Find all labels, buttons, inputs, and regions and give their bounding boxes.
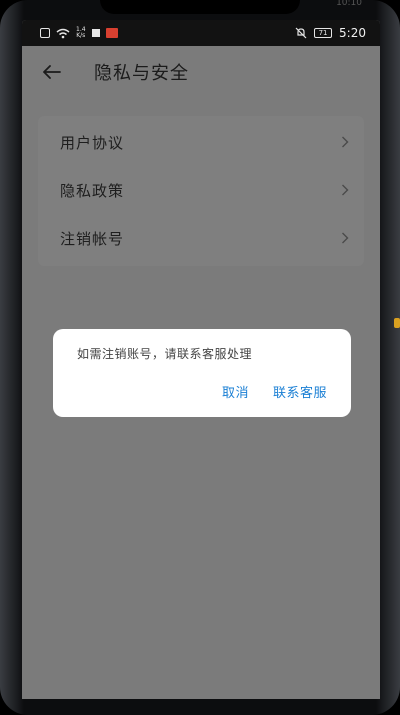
screen: 1.4 K/s 71 5:20 隐私与安全 用户协议 隐私政策 注销帐号 如需注… xyxy=(22,20,380,699)
menu-item-user-agreement[interactable]: 用户协议 xyxy=(38,118,364,166)
chevron-right-icon xyxy=(338,135,352,149)
menu-list: 用户协议 隐私政策 注销帐号 xyxy=(38,116,364,266)
menu-item-label: 用户协议 xyxy=(60,133,125,152)
dialog-message: 如需注销账号，请联系客服处理 xyxy=(77,347,253,361)
status-left: 1.4 K/s xyxy=(40,27,118,39)
menu-item-label: 隐私政策 xyxy=(60,181,125,200)
top-faded-time: 10:10 xyxy=(336,0,362,8)
app-bar: 隐私与安全 xyxy=(22,46,380,98)
dialog-actions: 取消 联系客服 xyxy=(222,382,327,401)
camera-notch xyxy=(100,0,300,14)
dialog-cancel-button[interactable]: 取消 xyxy=(222,382,249,401)
cancel-account-dialog: 如需注销账号，请联系客服处理 取消 联系客服 xyxy=(53,329,351,417)
menu-item-label: 注销帐号 xyxy=(60,229,125,248)
status-time: 5:20 xyxy=(339,26,366,40)
status-bar: 1.4 K/s 71 5:20 xyxy=(22,20,380,46)
dialog-contact-support-button[interactable]: 联系客服 xyxy=(273,382,327,401)
back-button[interactable] xyxy=(32,52,72,92)
bell-muted-icon xyxy=(295,27,307,39)
chevron-right-icon xyxy=(338,231,352,245)
back-arrow-icon xyxy=(43,65,61,79)
chevron-right-icon xyxy=(338,183,352,197)
network-speed-unit: K/s xyxy=(76,32,86,39)
battery-icon: 71 xyxy=(314,28,333,38)
menu-item-cancel-account[interactable]: 注销帐号 xyxy=(38,214,364,262)
status-right: 71 5:20 xyxy=(295,26,366,40)
page-title: 隐私与安全 xyxy=(94,63,189,84)
sim-icon xyxy=(40,28,50,38)
side-button-indicator xyxy=(394,318,400,328)
wifi-icon xyxy=(56,28,70,38)
network-speed: 1.4 K/s xyxy=(76,27,86,39)
menu-item-privacy-policy[interactable]: 隐私政策 xyxy=(38,166,364,214)
app-notification-icon xyxy=(105,28,118,38)
notification-square-icon xyxy=(91,29,100,37)
